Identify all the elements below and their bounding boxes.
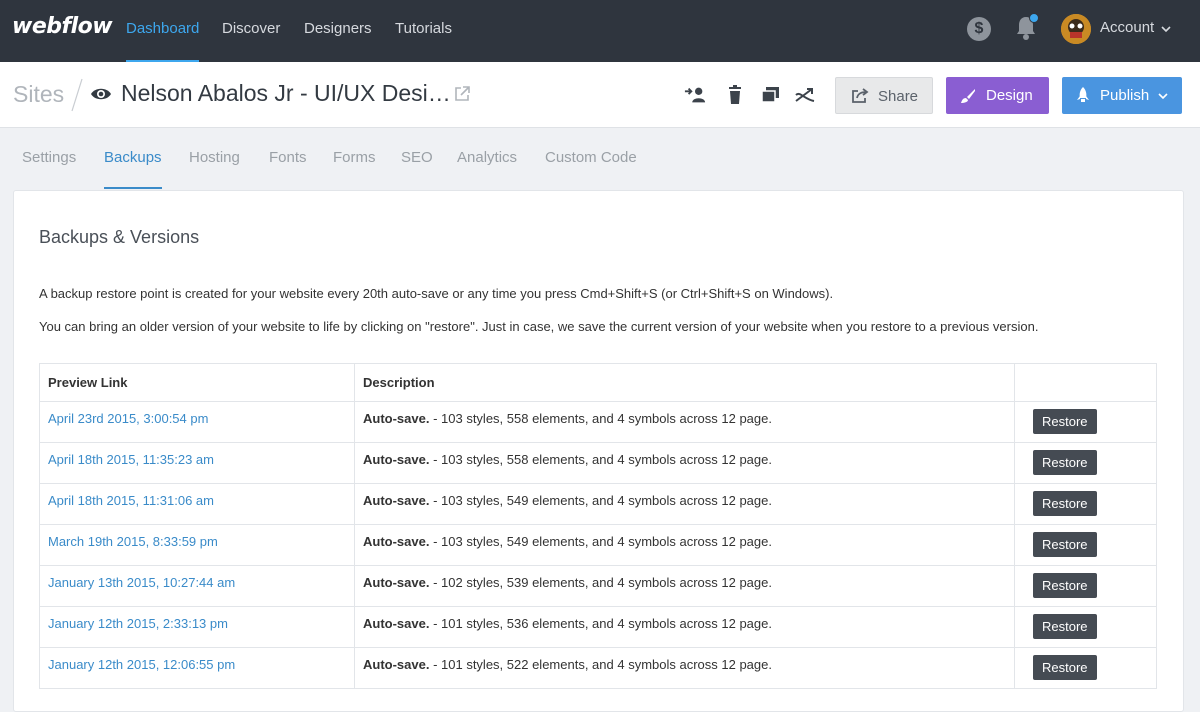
duplicate-icon[interactable]: [760, 85, 782, 105]
nav-discover[interactable]: Discover: [222, 0, 280, 62]
nav-designers[interactable]: Designers: [304, 0, 372, 62]
table-row: April 23rd 2015, 3:00:54 pm Auto-save. - …: [39, 401, 1157, 443]
restore-info-text: You can bring an older version of your w…: [39, 319, 1039, 334]
trash-icon[interactable]: [724, 85, 746, 105]
backup-description: Auto-save. - 101 styles, 522 elements, a…: [354, 647, 1015, 689]
tab-backups[interactable]: Backups: [104, 128, 162, 189]
backup-type: Auto-save.: [363, 411, 430, 426]
row-actions: Restore: [1014, 606, 1157, 648]
chevron-down-icon: [1158, 93, 1168, 100]
tab-analytics[interactable]: Analytics: [457, 128, 517, 189]
row-actions: Restore: [1014, 647, 1157, 689]
backup-description: Auto-save. - 102 styles, 539 elements, a…: [354, 565, 1015, 607]
table-row: January 12th 2015, 12:06:55 pm Auto-save.…: [39, 647, 1157, 689]
backup-description: Auto-save. - 103 styles, 549 elements, a…: [354, 483, 1015, 525]
backup-description: Auto-save. - 103 styles, 558 elements, a…: [354, 401, 1015, 443]
backup-info-text: A backup restore point is created for yo…: [39, 286, 834, 301]
add-collaborator-icon[interactable]: [684, 85, 706, 105]
backup-description: Auto-save. - 103 styles, 558 elements, a…: [354, 442, 1015, 484]
preview-link[interactable]: January 12th 2015, 12:06:55 pm: [39, 647, 355, 689]
backup-type: Auto-save.: [363, 534, 430, 549]
table-row: January 12th 2015, 2:33:13 pm Auto-save. …: [39, 606, 1157, 648]
restore-button[interactable]: Restore: [1033, 614, 1097, 639]
nav-tutorials[interactable]: Tutorials: [395, 0, 452, 62]
backup-details: - 103 styles, 558 elements, and 4 symbol…: [429, 452, 772, 467]
tab-custom-code[interactable]: Custom Code: [545, 128, 637, 189]
backups-panel: Backups & Versions A backup restore poin…: [13, 190, 1184, 712]
backup-description: Auto-save. - 101 styles, 536 elements, a…: [354, 606, 1015, 648]
publish-button[interactable]: Publish: [1062, 77, 1182, 114]
avatar[interactable]: [1061, 14, 1091, 44]
row-actions: Restore: [1014, 565, 1157, 607]
backup-details: - 101 styles, 536 elements, and 4 symbol…: [429, 616, 772, 631]
rocket-icon: [1077, 87, 1089, 102]
publish-label: Publish: [1100, 87, 1150, 104]
preview-link[interactable]: March 19th 2015, 8:33:59 pm: [39, 524, 355, 566]
dollar-icon[interactable]: $: [967, 17, 991, 41]
tab-forms[interactable]: Forms: [333, 128, 376, 189]
table-row: April 18th 2015, 11:35:23 am Auto-save. -…: [39, 442, 1157, 484]
breadcrumb-separator: [71, 78, 83, 112]
breadcrumb-sites[interactable]: Sites: [13, 81, 64, 108]
backup-type: Auto-save.: [363, 575, 430, 590]
row-actions: Restore: [1014, 483, 1157, 525]
share-icon: [852, 88, 869, 103]
panel-title: Backups & Versions: [39, 227, 200, 247]
share-button[interactable]: Share: [835, 77, 933, 114]
table-row: January 13th 2015, 10:27:44 am Auto-save.…: [39, 565, 1157, 607]
backup-details: - 103 styles, 549 elements, and 4 symbol…: [429, 493, 772, 508]
brush-icon: [961, 89, 975, 103]
backup-type: Auto-save.: [363, 616, 430, 631]
table-header-row: Preview Link Description: [39, 363, 1157, 402]
site-header: Sites Nelson Abalos Jr - UI/UX Desi… Sha…: [0, 62, 1200, 128]
column-preview-link: Preview Link: [39, 363, 355, 402]
table-row: April 18th 2015, 11:31:06 am Auto-save. -…: [39, 483, 1157, 525]
design-button[interactable]: Design: [946, 77, 1049, 114]
backup-details: - 101 styles, 522 elements, and 4 symbol…: [429, 657, 772, 672]
restore-button[interactable]: Restore: [1033, 409, 1097, 434]
backup-type: Auto-save.: [363, 657, 430, 672]
tab-settings[interactable]: Settings: [22, 128, 76, 189]
preview-link[interactable]: April 23rd 2015, 3:00:54 pm: [39, 401, 355, 443]
row-actions: Restore: [1014, 524, 1157, 566]
nav-dashboard[interactable]: Dashboard: [126, 0, 200, 62]
eye-icon[interactable]: [90, 86, 112, 102]
preview-link[interactable]: April 18th 2015, 11:31:06 am: [39, 483, 355, 525]
restore-button[interactable]: Restore: [1033, 573, 1097, 598]
share-label: Share: [878, 88, 919, 105]
row-actions: Restore: [1014, 401, 1157, 443]
preview-link[interactable]: April 18th 2015, 11:35:23 am: [39, 442, 355, 484]
preview-link[interactable]: January 12th 2015, 2:33:13 pm: [39, 606, 355, 648]
restore-button[interactable]: Restore: [1033, 450, 1097, 475]
site-title: Nelson Abalos Jr - UI/UX Desi…: [121, 80, 451, 106]
column-actions: [1014, 363, 1157, 402]
notification-dot: [1029, 13, 1039, 23]
restore-button[interactable]: Restore: [1033, 532, 1097, 557]
backup-details: - 103 styles, 558 elements, and 4 symbol…: [429, 411, 772, 426]
backup-details: - 103 styles, 549 elements, and 4 symbol…: [429, 534, 772, 549]
restore-button[interactable]: Restore: [1033, 655, 1097, 680]
top-nav: webflow Dashboard Discover Designers Tut…: [0, 0, 1200, 62]
backup-type: Auto-save.: [363, 452, 430, 467]
tab-hosting[interactable]: Hosting: [189, 128, 240, 189]
backup-details: - 102 styles, 539 elements, and 4 symbol…: [429, 575, 772, 590]
preview-link[interactable]: January 13th 2015, 10:27:44 am: [39, 565, 355, 607]
column-description: Description: [354, 363, 1015, 402]
design-label: Design: [986, 87, 1033, 104]
row-actions: Restore: [1014, 442, 1157, 484]
tab-seo[interactable]: SEO: [401, 128, 433, 189]
backup-type: Auto-save.: [363, 493, 430, 508]
backup-description: Auto-save. - 103 styles, 549 elements, a…: [354, 524, 1015, 566]
chevron-down-icon[interactable]: [1161, 25, 1171, 33]
tab-fonts[interactable]: Fonts: [269, 128, 307, 189]
webflow-logo[interactable]: webflow: [12, 14, 113, 39]
external-link-icon[interactable]: [453, 85, 471, 103]
account-menu[interactable]: Account: [1100, 19, 1154, 36]
backups-table: Preview Link Description April 23rd 2015…: [39, 363, 1157, 689]
table-row: March 19th 2015, 8:33:59 pm Auto-save. - …: [39, 524, 1157, 566]
restore-button[interactable]: Restore: [1033, 491, 1097, 516]
transfer-icon[interactable]: [794, 85, 816, 105]
